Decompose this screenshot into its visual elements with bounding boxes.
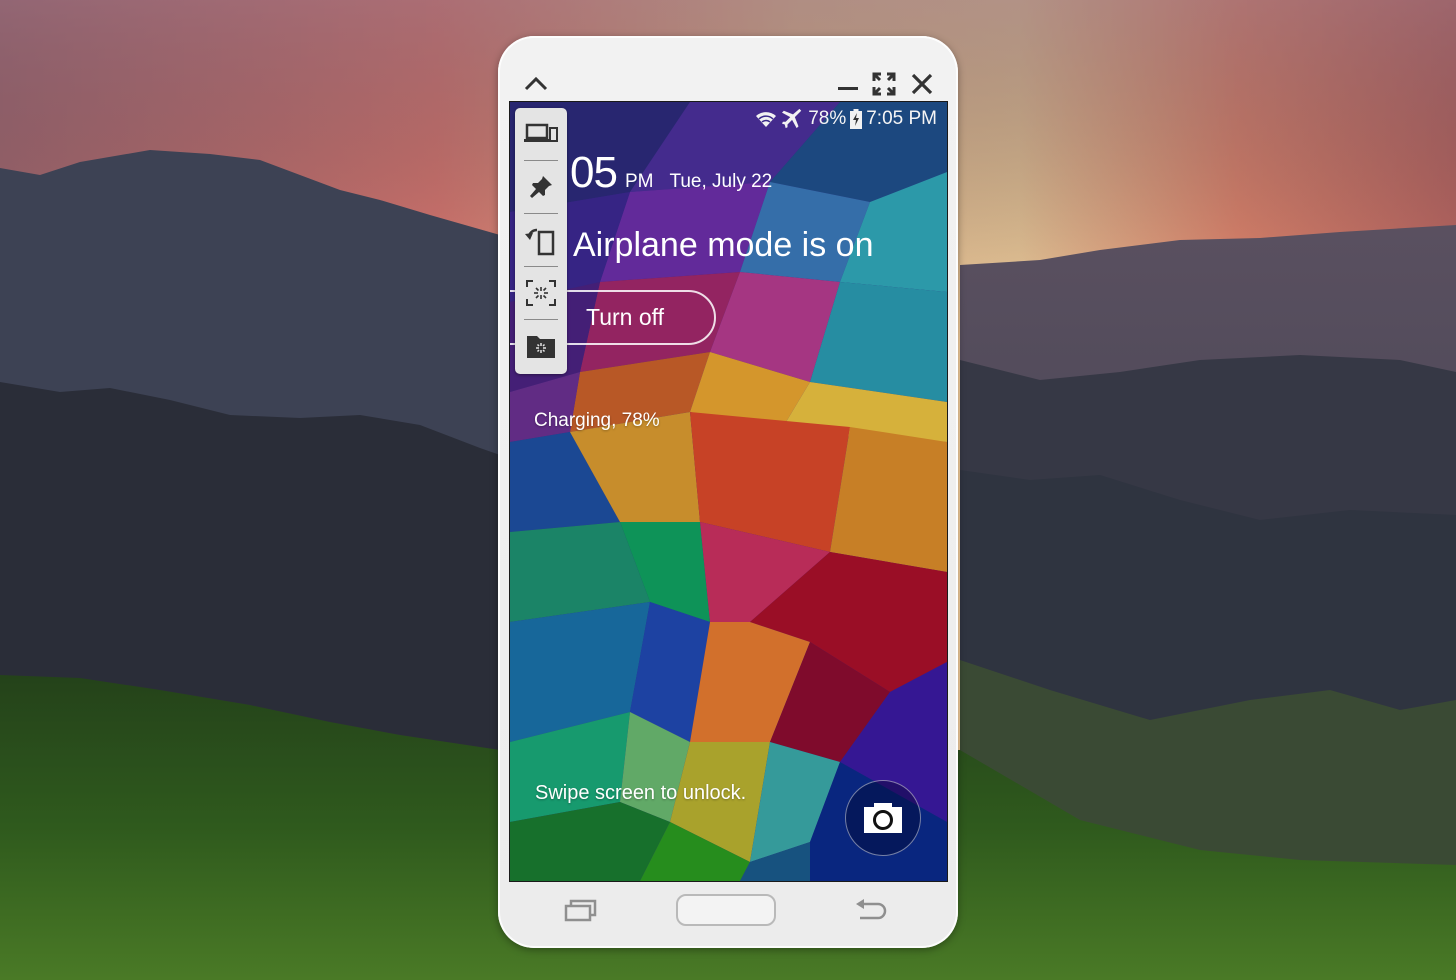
status-bar: 78% 7:05 PM [754, 106, 937, 132]
swipe-to-unlock-hint: Swipe screen to unlock. [535, 782, 747, 804]
clock-ampm: PM [624, 171, 654, 192]
camera-shortcut-button[interactable] [845, 780, 921, 856]
folder-capture-icon [527, 336, 555, 358]
airplane-mode-notification: Airplane mode is on [573, 226, 874, 264]
fullscreen-icon [872, 72, 896, 96]
pin-icon [530, 176, 552, 198]
battery-percent: 78% [808, 108, 847, 129]
clock-date: Tue, July 22 [669, 171, 773, 192]
recent-apps-button[interactable] [564, 898, 598, 927]
back-icon [856, 899, 887, 920]
toolbar-rotate-screen[interactable] [515, 214, 567, 266]
airplane-mode-icon [782, 108, 804, 130]
minimize-icon [838, 87, 858, 90]
chevron-up-icon [524, 76, 548, 91]
wifi-icon [754, 109, 778, 129]
battery-charging-icon [850, 109, 863, 129]
clock-minutes: 05 [570, 148, 618, 197]
toolbar-device-screen[interactable] [515, 108, 567, 160]
side-toolbar [515, 108, 567, 374]
fullscreen-button[interactable] [872, 72, 896, 96]
status-time: 7:05 PM [866, 108, 937, 129]
laptop-phone-icon [524, 123, 558, 142]
toolbar-pin-window[interactable] [515, 161, 567, 213]
phone-mirror-window: 78% 7:05 PM 05 PM Tue, July 22 Airplane … [498, 36, 958, 948]
collapse-button[interactable] [522, 74, 550, 92]
close-icon [911, 73, 933, 95]
lockscreen-wallpaper [510, 102, 947, 881]
lockscreen-clock: 05 PM Tue, July 22 [570, 148, 772, 198]
home-button[interactable] [676, 894, 776, 926]
camera-icon [864, 803, 902, 833]
rotate-icon [525, 228, 555, 256]
toolbar-capture-screen[interactable] [515, 267, 567, 319]
charging-status: Charging, 78% [534, 410, 660, 431]
capture-icon [526, 280, 556, 306]
close-button[interactable] [910, 72, 934, 96]
minimize-button[interactable] [836, 78, 860, 92]
recent-apps-icon [564, 899, 597, 922]
phone-screen[interactable]: 78% 7:05 PM 05 PM Tue, July 22 Airplane … [509, 101, 948, 882]
toolbar-save-to-folder[interactable] [515, 320, 567, 372]
turn-off-label: Turn off [586, 304, 664, 330]
back-button[interactable] [854, 898, 888, 927]
